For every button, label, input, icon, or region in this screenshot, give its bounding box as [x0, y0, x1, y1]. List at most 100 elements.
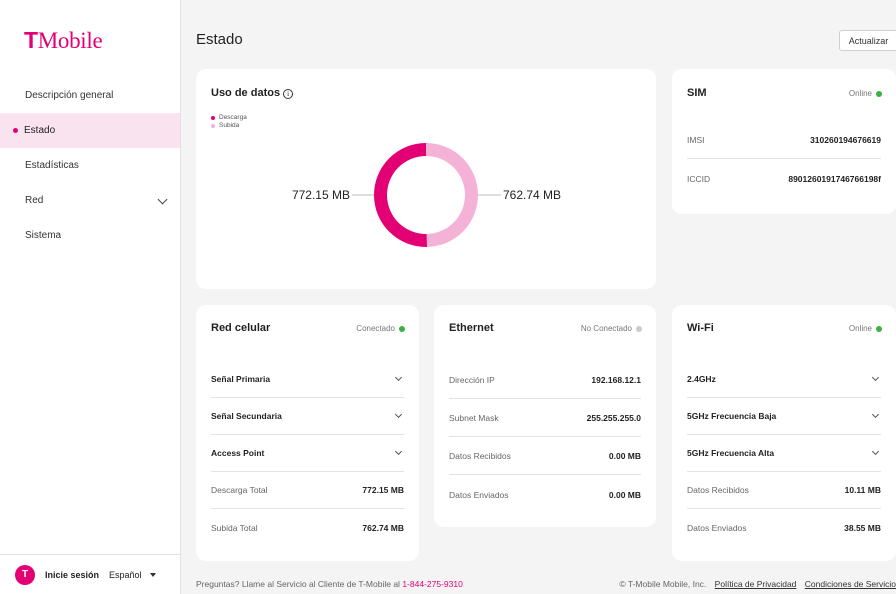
chevron-down-icon[interactable]	[394, 410, 403, 419]
chevron-down-icon[interactable]	[394, 447, 403, 456]
data-usage-donut-chart: 772.15 MB 762.74 MB	[292, 143, 561, 247]
sidebar-footer: T Inicie sesión Español	[0, 554, 180, 594]
row-label: Access Point	[211, 448, 265, 458]
support-phone-link[interactable]: 1-844-275-9310	[402, 579, 463, 589]
caret-down-icon[interactable]	[149, 572, 156, 577]
sidebar-item-descripcion-general[interactable]: Descripción general	[0, 78, 180, 113]
wifi-row-5ghz-baja[interactable]: 5GHz Frecuencia Baja	[687, 398, 881, 435]
chevron-down-icon[interactable]	[871, 410, 880, 419]
top-bar: Estado Actualizar	[182, 0, 896, 70]
row-value: 8901260191746766198f	[788, 173, 881, 184]
ethernet-row-subnet: Subnet Mask 255.255.255.0	[449, 400, 641, 437]
avatar[interactable]: T	[15, 564, 35, 585]
row-value: 192.168.12.1	[591, 375, 641, 385]
chevron-down-icon[interactable]	[871, 373, 880, 382]
row-label: ICCID	[687, 173, 711, 184]
row-label: Datos Enviados	[449, 489, 509, 500]
row-label: Subnet Mask	[449, 413, 499, 423]
logo-tee: T	[24, 27, 38, 53]
card-title: Wi-Fi	[687, 322, 714, 334]
status-badge: No Conectado	[581, 324, 642, 333]
sidebar-item-label: Sistema	[25, 230, 62, 241]
sidebar-item-estadisticas[interactable]: Estadísticas	[0, 148, 180, 183]
footer-links: © T-Mobile Mobile, Inc. Política de Priv…	[619, 579, 896, 589]
sidebar-item-sistema[interactable]: Sistema	[0, 218, 180, 253]
ethernet-row-enviados: Datos Enviados 0.00 MB	[449, 476, 641, 513]
chevron-down-icon	[157, 194, 168, 205]
row-label: 5GHz Frecuencia Alta	[687, 448, 775, 458]
cellular-row-senal-primaria[interactable]: Señal Primaria	[211, 361, 404, 398]
sidebar-item-label: Estado	[24, 125, 56, 136]
wifi-row-24ghz[interactable]: 2.4GHz	[687, 361, 881, 398]
row-label: Señal Primaria	[211, 374, 271, 384]
sim-card: SIM Online IMSI 310260194676619 ICCID 89…	[672, 69, 896, 214]
wifi-row-recibidos: Datos Recibidos 10.11 MB	[687, 472, 881, 509]
row-label: Señal Secundaria	[211, 411, 282, 421]
copyright-text: © T-Mobile Mobile, Inc.	[619, 579, 707, 589]
cellular-row-subida-total: Subida Total 762.74 MB	[211, 509, 404, 546]
cellular-row-descarga-total: Descarga Total 772.15 MB	[211, 472, 404, 509]
status-dot-icon	[876, 325, 882, 332]
active-dot-icon	[13, 128, 18, 133]
ethernet-row-ip: Dirección IP 192.168.12.1	[449, 362, 641, 399]
t-mobile-logo[interactable]: TMobile	[24, 27, 103, 54]
upload-value-label: 762.74 MB	[503, 188, 561, 202]
terms-of-service-link[interactable]: Condiciones de Servicio	[805, 579, 896, 589]
status-dot-icon	[399, 325, 405, 332]
privacy-policy-link[interactable]: Política de Privacidad	[715, 579, 797, 589]
donut-slice-download[interactable]	[374, 143, 428, 247]
status-text: Online	[848, 89, 872, 98]
sidebar: TMobile Descripción general Estado Estad…	[0, 0, 181, 594]
row-label: Descarga Total	[211, 485, 268, 495]
ethernet-row-recibidos: Datos Recibidos 0.00 MB	[449, 438, 641, 475]
status-badge: Conectado	[356, 324, 405, 333]
row-label: Datos Recibidos	[687, 485, 749, 495]
row-label: IMSI	[687, 135, 705, 145]
login-link[interactable]: Inicie sesión	[45, 570, 99, 580]
cellular-row-access-point[interactable]: Access Point	[211, 435, 404, 472]
logo-text: Mobile	[37, 28, 103, 53]
status-text: Conectado	[356, 324, 395, 333]
refresh-button[interactable]: Actualizar	[839, 30, 896, 51]
row-label: 5GHz Frecuencia Baja	[687, 411, 777, 421]
status-dot-icon	[876, 90, 882, 97]
sidebar-item-red[interactable]: Red	[0, 183, 180, 218]
row-label: Datos Recibidos	[449, 451, 511, 461]
page-footer: Preguntas? Llame al Servicio al Cliente …	[182, 574, 896, 594]
row-label: Datos Enviados	[687, 522, 747, 533]
cellular-row-senal-secundaria[interactable]: Señal Secundaria	[211, 398, 404, 435]
donut-slice-upload[interactable]	[426, 143, 479, 247]
cellular-card: Red celular Conectado Señal Primaria Señ…	[196, 305, 419, 561]
chevron-down-icon[interactable]	[871, 447, 880, 456]
card-title: Red celular	[211, 322, 271, 334]
wifi-row-5ghz-alta[interactable]: 5GHz Frecuencia Alta	[687, 435, 881, 472]
sidebar-item-estado[interactable]: Estado	[0, 113, 180, 148]
sidebar-item-label: Descripción general	[25, 90, 114, 101]
row-label: 2.4GHz	[687, 374, 716, 384]
card-title: SIM	[687, 87, 707, 99]
sidebar-item-label: Red	[25, 195, 44, 206]
support-text: Preguntas? Llame al Servicio al Cliente …	[196, 579, 463, 589]
row-value: 310260194676619	[810, 135, 881, 145]
row-value: 772.15 MB	[362, 485, 404, 495]
status-badge: Online	[849, 89, 882, 98]
row-label: Subida Total	[211, 522, 258, 533]
row-value: 762.74 MB	[362, 522, 404, 533]
row-value: 0.00 MB	[608, 451, 641, 461]
chevron-down-icon[interactable]	[394, 373, 403, 382]
status-dot-icon	[636, 325, 642, 332]
wifi-row-enviados: Datos Enviados 38.55 MB	[687, 509, 881, 546]
sim-row-iccid: ICCID 8901260191746766198f	[687, 160, 881, 197]
sidebar-item-label: Estadísticas	[25, 160, 79, 171]
sim-row-imsi: IMSI 310260194676619	[687, 122, 881, 159]
row-label: Dirección IP	[449, 375, 495, 385]
page-title: Estado	[196, 31, 243, 48]
download-value-label: 772.15 MB	[292, 188, 350, 202]
language-select[interactable]: Español	[109, 570, 142, 580]
data-usage-card: Uso de datos i Descarga Subida 772.15 MB …	[196, 69, 656, 289]
wifi-card: Wi-Fi Online 2.4GHz 5GHz Frecuencia Baja…	[672, 305, 896, 561]
status-text: Online	[848, 324, 872, 333]
ethernet-card: Ethernet No Conectado Dirección IP 192.1…	[434, 305, 656, 527]
card-title: Ethernet	[449, 322, 494, 334]
row-value: 255.255.255.0	[586, 413, 641, 423]
